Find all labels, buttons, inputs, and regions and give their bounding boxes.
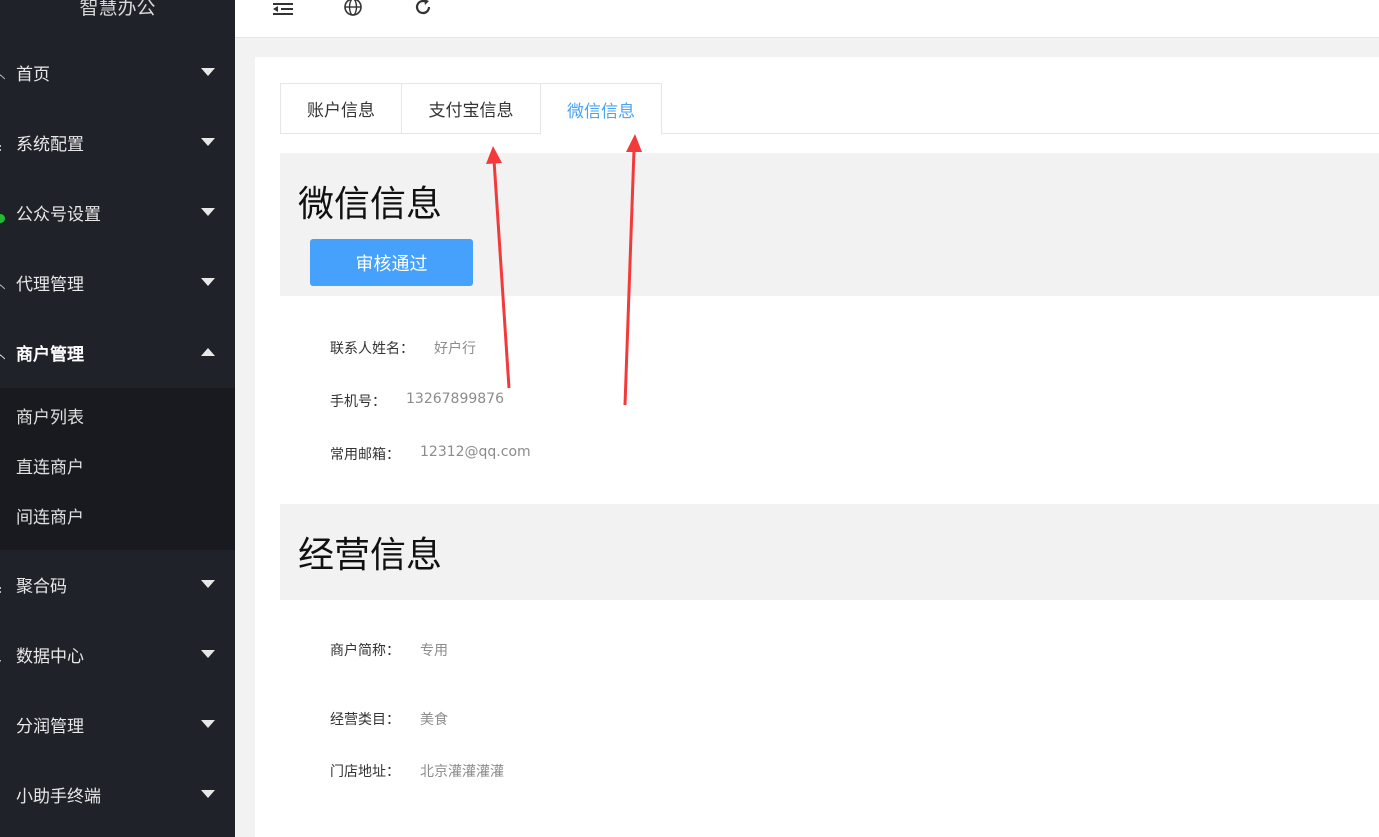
field-value: 12312@qq.com [420,444,531,460]
sidebar-item-agent[interactable]: 代理管理 [0,247,235,317]
bar-icon [0,720,5,729]
field-value: 北京灌灌灌灌 [420,764,504,780]
sidebar-item-label: 小助手终端 [16,786,101,807]
field-label: 商户简称： [330,643,400,659]
sidebar-item-label: 系统配置 [16,134,84,155]
field-label: 手机号： [330,394,386,410]
section-title: 经营信息 [298,535,443,576]
tab-account-info[interactable]: 账户信息 [280,83,402,134]
chevron-down-icon [201,720,215,728]
field-value: 美食 [420,712,448,728]
sidebar-item-label: 首页 [16,64,50,85]
field-label: 经营类目： [330,712,400,728]
sidebar: 智慧办公 首页 系统配置 公众号设置 代理管理 商户管理 商户列表 直连商户 间… [0,0,235,837]
sidebar-item-aggregate-code[interactable]: 聚合码 [0,549,235,619]
business-section-header: 经营信息 [280,504,1379,600]
field-value: 好户行 [434,341,476,357]
list-icon [0,580,5,593]
chevron-down-icon [201,208,215,216]
sidebar-item-system-config[interactable]: 系统配置 [0,107,235,177]
sidebar-item-label: 公众号设置 [16,204,101,225]
chevron-down-icon [201,580,215,588]
sidebar-item-label: 代理管理 [16,274,84,295]
chevron-down-icon [201,138,215,146]
section-title: 微信信息 [298,184,443,225]
submenu-item-direct-merchant[interactable]: 直连商户 [16,453,84,483]
brand-title: 智慧办公 [79,0,156,19]
wechat-icon [0,208,5,223]
dot-icon [0,790,5,799]
list-icon [0,138,5,151]
sidebar-item-data-center[interactable]: 数据中心 [0,619,235,689]
field-business-category: 经营类目： 美食 [330,709,448,729]
home-icon [0,348,6,359]
menu-fold-icon[interactable] [272,0,294,18]
chevron-down-icon [201,68,215,76]
sidebar-item-label: 分润管理 [16,716,84,737]
field-value: 13267899876 [406,391,504,407]
globe-icon[interactable] [342,0,364,18]
chevron-down-icon [201,278,215,286]
home-icon [0,278,6,289]
tab-wechat-info[interactable]: 微信信息 [540,83,662,135]
home-icon [0,68,6,79]
field-label: 门店地址： [330,764,400,780]
chevron-up-icon [201,348,215,356]
sidebar-item-profit-sharing[interactable]: 分润管理 [0,689,235,759]
submenu-item-merchant-list[interactable]: 商户列表 [16,403,84,433]
top-bar [235,0,1379,38]
chevron-down-icon [201,790,215,798]
field-store-address: 门店地址： 北京灌灌灌灌 [330,761,504,781]
sidebar-item-official-account[interactable]: 公众号设置 [0,177,235,247]
field-label: 常用邮箱： [330,447,400,463]
field-value: 专用 [420,643,448,659]
field-email: 常用邮箱： 12312@qq.com [330,444,531,464]
tab-alipay-info[interactable]: 支付宝信息 [401,83,541,134]
sidebar-item-assistant-terminal[interactable]: 小助手终端 [0,759,235,829]
sidebar-item-label: 数据中心 [16,646,84,667]
submenu-item-indirect-merchant[interactable]: 间连商户 [16,503,84,533]
field-label: 联系人姓名： [330,341,414,357]
merchant-submenu: 商户列表 直连商户 间连商户 [0,388,235,550]
dash-icon [0,650,5,661]
approve-button[interactable]: 审核通过 [310,239,473,286]
field-contact-name: 联系人姓名： 好户行 [330,338,476,358]
sidebar-item-label: 商户管理 [16,344,84,365]
sidebar-item-home[interactable]: 首页 [0,37,235,107]
tab-bar: 账户信息 支付宝信息 微信信息 [280,83,1379,135]
field-merchant-short-name: 商户简称： 专用 [330,640,448,660]
chevron-down-icon [201,650,215,658]
refresh-icon[interactable] [412,0,434,18]
field-phone: 手机号： 13267899876 [330,391,504,411]
sidebar-item-merchant[interactable]: 商户管理 [0,317,235,387]
sidebar-item-label: 聚合码 [16,576,67,597]
